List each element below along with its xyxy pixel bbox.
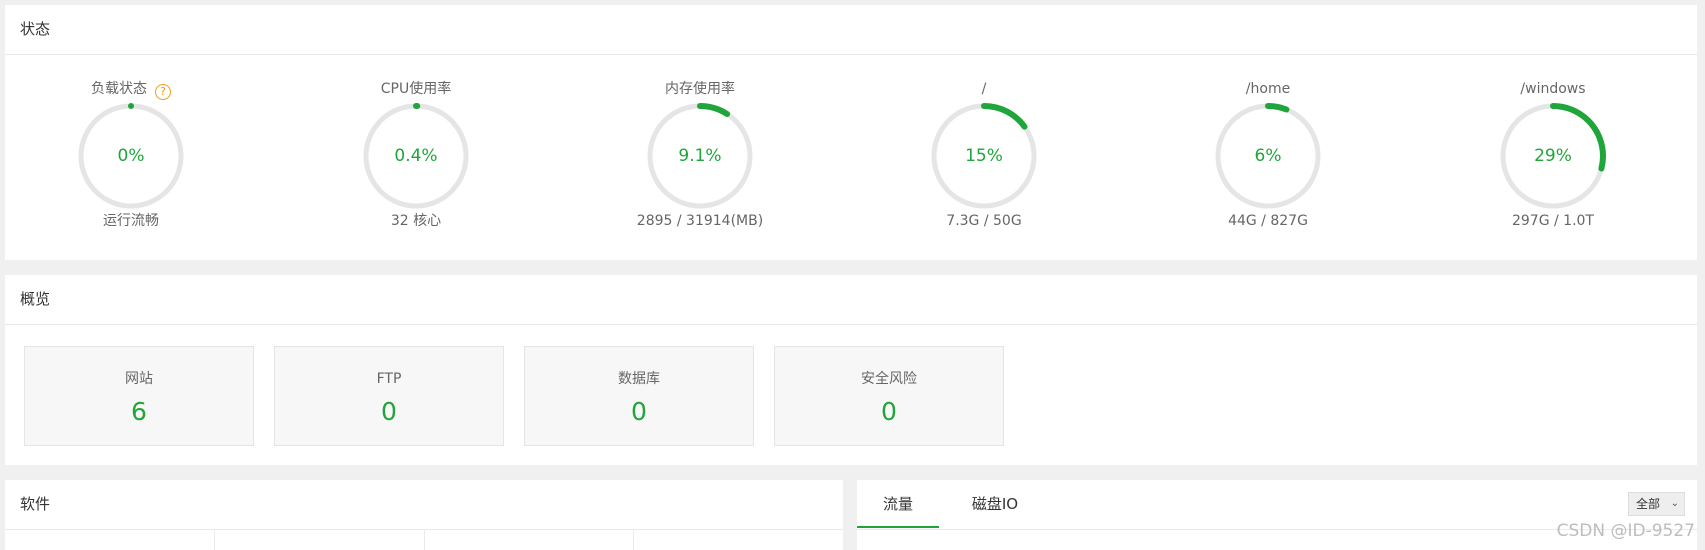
gauge-value: 6% <box>1254 146 1282 166</box>
gauge-sub: 7.3G / 50G <box>946 213 1022 229</box>
gauge-ring: 6% <box>1213 101 1323 211</box>
overview-card-value[interactable]: 6 <box>25 397 253 427</box>
gauge-disk-root[interactable]: / 15% 7.3G / 50G <box>884 79 1084 231</box>
gauge-label: 内存使用率 <box>665 81 735 97</box>
traffic-filter-select[interactable]: 全部 ⌄ <box>1628 492 1685 516</box>
overview-card-security-risk[interactable]: 安全风险 0 <box>774 346 1004 446</box>
gauge-memory[interactable]: 内存使用率 9.1% 2895 / 31914(MB) <box>600 79 800 231</box>
overview-card-value[interactable]: 0 <box>775 397 1003 427</box>
overview-card-value[interactable]: 0 <box>525 397 753 427</box>
overview-card-ftp[interactable]: FTP 0 <box>274 346 504 446</box>
gauge-ring: 0.4% <box>361 101 471 211</box>
select-value: 全部 <box>1636 497 1661 511</box>
gauge-value: 0% <box>117 146 145 166</box>
overview-card-sites[interactable]: 网站 6 <box>24 346 254 446</box>
gauge-label: CPU使用率 <box>380 81 452 97</box>
overview-panel-divider <box>5 324 1697 325</box>
software-cell[interactable] <box>5 530 215 550</box>
watermark: CSDN @ID-9527 <box>1556 521 1695 541</box>
status-panel-title: 状态 <box>20 20 51 38</box>
gauge-ring: 9.1% <box>645 101 755 211</box>
overview-card-label: 网站 <box>125 371 153 387</box>
overview-card-database[interactable]: 数据库 0 <box>524 346 754 446</box>
tab-disk-io[interactable]: 磁盘IO <box>957 480 1033 528</box>
overview-card-label: FTP <box>376 371 402 387</box>
gauge-sub: 运行流畅 <box>103 213 159 229</box>
gauge-load[interactable]: 负载状态? 0% 运行流畅 <box>31 79 231 231</box>
gauge-disk-home[interactable]: /home 6% 44G / 827G <box>1168 79 1368 231</box>
gauge-cpu[interactable]: CPU使用率 0.4% 32 核心 <box>316 79 516 231</box>
software-cell[interactable] <box>215 530 425 550</box>
gauge-label: /windows <box>1520 81 1586 97</box>
gauge-sub: 2895 / 31914(MB) <box>636 213 764 229</box>
software-cell[interactable] <box>634 530 843 550</box>
overview-panel-title: 概览 <box>20 290 51 308</box>
chevron-down-icon: ⌄ <box>1670 498 1679 509</box>
overview-card-label: 数据库 <box>618 371 660 387</box>
gauge-ring: 29% <box>1498 101 1608 211</box>
tab-traffic[interactable]: 流量 <box>857 480 939 528</box>
overview-panel: 概览 网站 6 FTP 0 数据库 0 安全风险 0 <box>5 275 1697 465</box>
gauge-value: 0.4% <box>394 146 438 166</box>
help-icon[interactable]: ? <box>155 84 171 100</box>
overview-card-label: 安全风险 <box>861 371 917 387</box>
software-panel-title: 软件 <box>20 495 51 513</box>
software-panel: 软件 <box>5 480 843 550</box>
gauge-disk-windows[interactable]: /windows 29% 297G / 1.0T <box>1453 79 1653 231</box>
gauge-ring: 0% <box>76 101 186 211</box>
software-cell[interactable] <box>425 530 634 550</box>
software-grid <box>5 530 843 550</box>
gauge-sub: 297G / 1.0T <box>1511 213 1594 229</box>
gauge-label: / <box>981 81 987 97</box>
gauge-sub: 32 核心 <box>390 213 442 229</box>
overview-card-value[interactable]: 0 <box>275 397 503 427</box>
gauge-label: /home <box>1245 81 1291 97</box>
status-panel: 状态 负载状态? 0% 运行流畅 CPU使用率 0.4% 32 核心 内存使用率 <box>5 5 1697 260</box>
status-panel-divider <box>5 54 1697 55</box>
gauge-sub: 44G / 827G <box>1228 213 1308 229</box>
gauge-label: 负载状态? <box>31 79 231 100</box>
gauge-value: 9.1% <box>678 146 722 166</box>
gauge-ring: 15% <box>929 101 1039 211</box>
gauge-value: 29% <box>1534 146 1572 166</box>
gauge-value: 15% <box>965 146 1003 166</box>
